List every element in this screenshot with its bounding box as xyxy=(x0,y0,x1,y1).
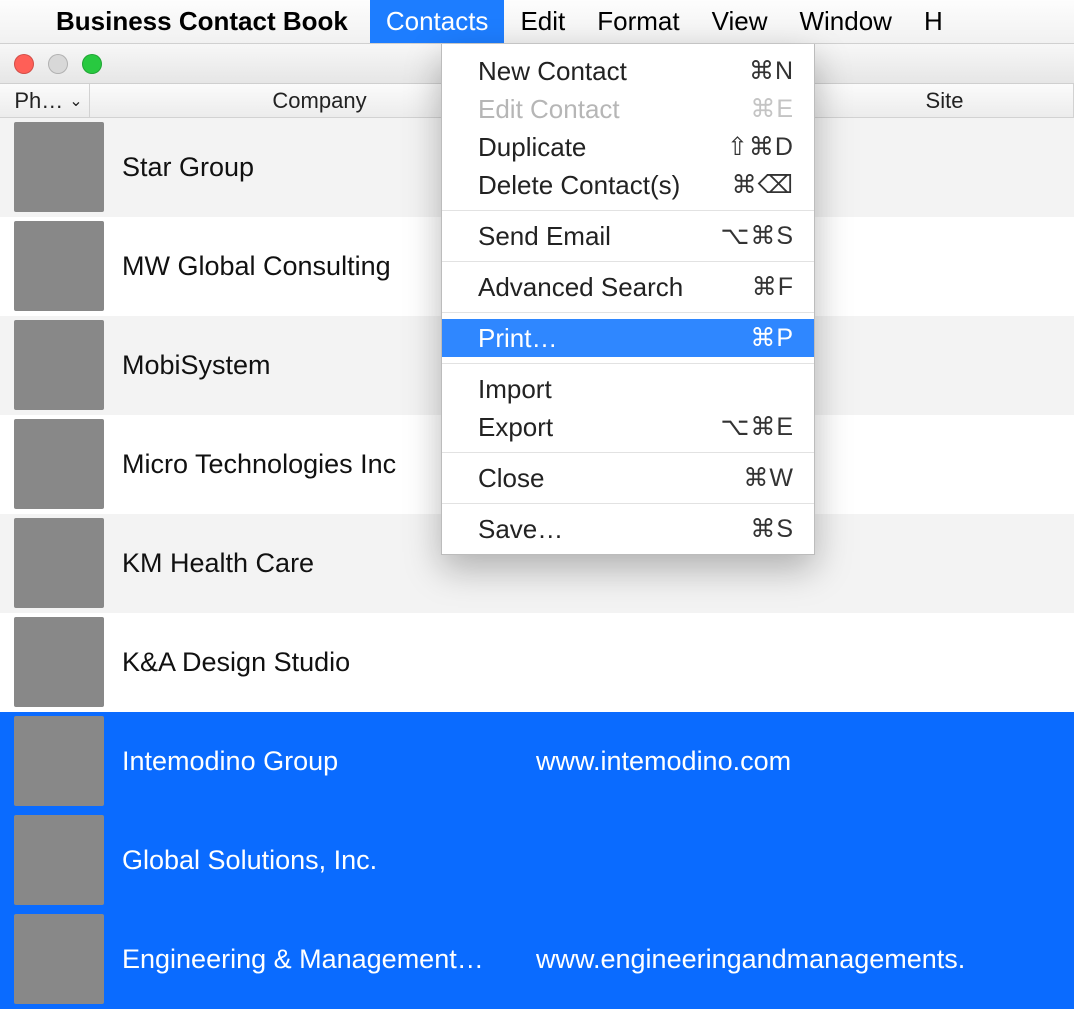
menu-item-shortcut: ⌘F xyxy=(752,272,794,302)
menu-item-close[interactable]: Close⌘W xyxy=(442,459,814,497)
column-header-photo-label: Ph… xyxy=(14,88,63,114)
menu-item-delete-contact-s[interactable]: Delete Contact(s)⌘⌫ xyxy=(442,166,814,204)
column-header-site-label: Site xyxy=(926,88,964,114)
contact-photo-thumbnail xyxy=(14,815,104,905)
contact-photo-thumbnail xyxy=(14,419,104,509)
menu-item-save[interactable]: Save…⌘S xyxy=(442,510,814,548)
company-cell: Engineering & Management… xyxy=(104,944,534,975)
window-close-button[interactable] xyxy=(14,54,34,74)
app-name[interactable]: Business Contact Book xyxy=(56,0,370,43)
menubar-item-format[interactable]: Format xyxy=(581,0,695,43)
menu-item-shortcut: ⌥⌘E xyxy=(721,412,794,442)
column-header-company-label: Company xyxy=(272,88,366,114)
contact-photo-thumbnail xyxy=(14,716,104,806)
menubar-item-contacts[interactable]: Contacts xyxy=(370,0,505,43)
menu-item-print[interactable]: Print…⌘P xyxy=(442,319,814,357)
table-row[interactable]: Intemodino Groupwww.intemodino.com xyxy=(0,712,1074,811)
menu-item-label: New Contact xyxy=(478,56,749,87)
menu-item-shortcut: ⌘S xyxy=(750,514,794,544)
site-cell: www.intemodino.com xyxy=(534,746,1074,777)
menu-item-label: Close xyxy=(478,463,743,494)
menu-item-label: Save… xyxy=(478,514,750,545)
menu-item-label: Duplicate xyxy=(478,132,727,163)
site-cell: www.engineeringandmanagements. xyxy=(534,944,1074,975)
contact-photo-thumbnail xyxy=(14,914,104,1004)
menu-item-label: Delete Contact(s) xyxy=(478,170,732,201)
menu-item-duplicate[interactable]: Duplicate⇧⌘D xyxy=(442,128,814,166)
table-row[interactable]: K&A Design Studio xyxy=(0,613,1074,712)
company-cell: Global Solutions, Inc. xyxy=(104,845,534,876)
menu-item-new-contact[interactable]: New Contact⌘N xyxy=(442,52,814,90)
contacts-menu-dropdown: New Contact⌘NEdit Contact⌘EDuplicate⇧⌘DD… xyxy=(441,44,815,555)
menu-item-shortcut: ⌘E xyxy=(750,94,794,124)
column-header-photo[interactable]: Ph… ⌄ xyxy=(0,84,90,117)
menu-item-shortcut: ⌥⌘S xyxy=(721,221,794,251)
company-cell: Intemodino Group xyxy=(104,746,534,777)
window-zoom-button[interactable] xyxy=(82,54,102,74)
menu-item-export[interactable]: Export⌥⌘E xyxy=(442,408,814,446)
contact-photo-thumbnail xyxy=(14,617,104,707)
contact-photo-thumbnail xyxy=(14,518,104,608)
menubar-item-edit[interactable]: Edit xyxy=(504,0,581,43)
contact-photo-thumbnail xyxy=(14,221,104,311)
window-minimize-button[interactable] xyxy=(48,54,68,74)
menu-separator xyxy=(442,363,814,364)
chevron-down-icon: ⌄ xyxy=(69,91,82,111)
menu-item-shortcut: ⌘P xyxy=(750,323,794,353)
menu-item-edit-contact: Edit Contact⌘E xyxy=(442,90,814,128)
menu-item-send-email[interactable]: Send Email⌥⌘S xyxy=(442,217,814,255)
menu-item-label: Print… xyxy=(478,323,750,354)
menu-separator xyxy=(442,503,814,504)
menu-item-advanced-search[interactable]: Advanced Search⌘F xyxy=(442,268,814,306)
menu-separator xyxy=(442,210,814,211)
menu-item-label: Send Email xyxy=(478,221,721,252)
table-row[interactable]: Engineering & Management…www.engineering… xyxy=(0,910,1074,1009)
system-menubar: Business Contact Book ContactsEditFormat… xyxy=(0,0,1074,44)
menu-item-label: Export xyxy=(478,412,721,443)
menu-item-shortcut: ⌘⌫ xyxy=(732,170,794,200)
contact-photo-thumbnail xyxy=(14,320,104,410)
menubar-item-view[interactable]: View xyxy=(696,0,784,43)
menubar-item-h[interactable]: H xyxy=(908,0,959,43)
menu-item-label: Edit Contact xyxy=(478,94,750,125)
menu-item-label: Import xyxy=(478,374,794,405)
menu-item-shortcut: ⇧⌘D xyxy=(727,132,794,162)
menu-separator xyxy=(442,452,814,453)
menu-separator xyxy=(442,312,814,313)
menu-item-shortcut: ⌘N xyxy=(749,56,794,86)
menubar-item-window[interactable]: Window xyxy=(783,0,907,43)
table-row[interactable]: Global Solutions, Inc. xyxy=(0,811,1074,910)
menu-separator xyxy=(442,261,814,262)
company-cell: K&A Design Studio xyxy=(104,647,534,678)
menu-item-shortcut: ⌘W xyxy=(743,463,794,493)
menu-item-import[interactable]: Import xyxy=(442,370,814,408)
contact-photo-thumbnail xyxy=(14,122,104,212)
menu-item-label: Advanced Search xyxy=(478,272,752,303)
